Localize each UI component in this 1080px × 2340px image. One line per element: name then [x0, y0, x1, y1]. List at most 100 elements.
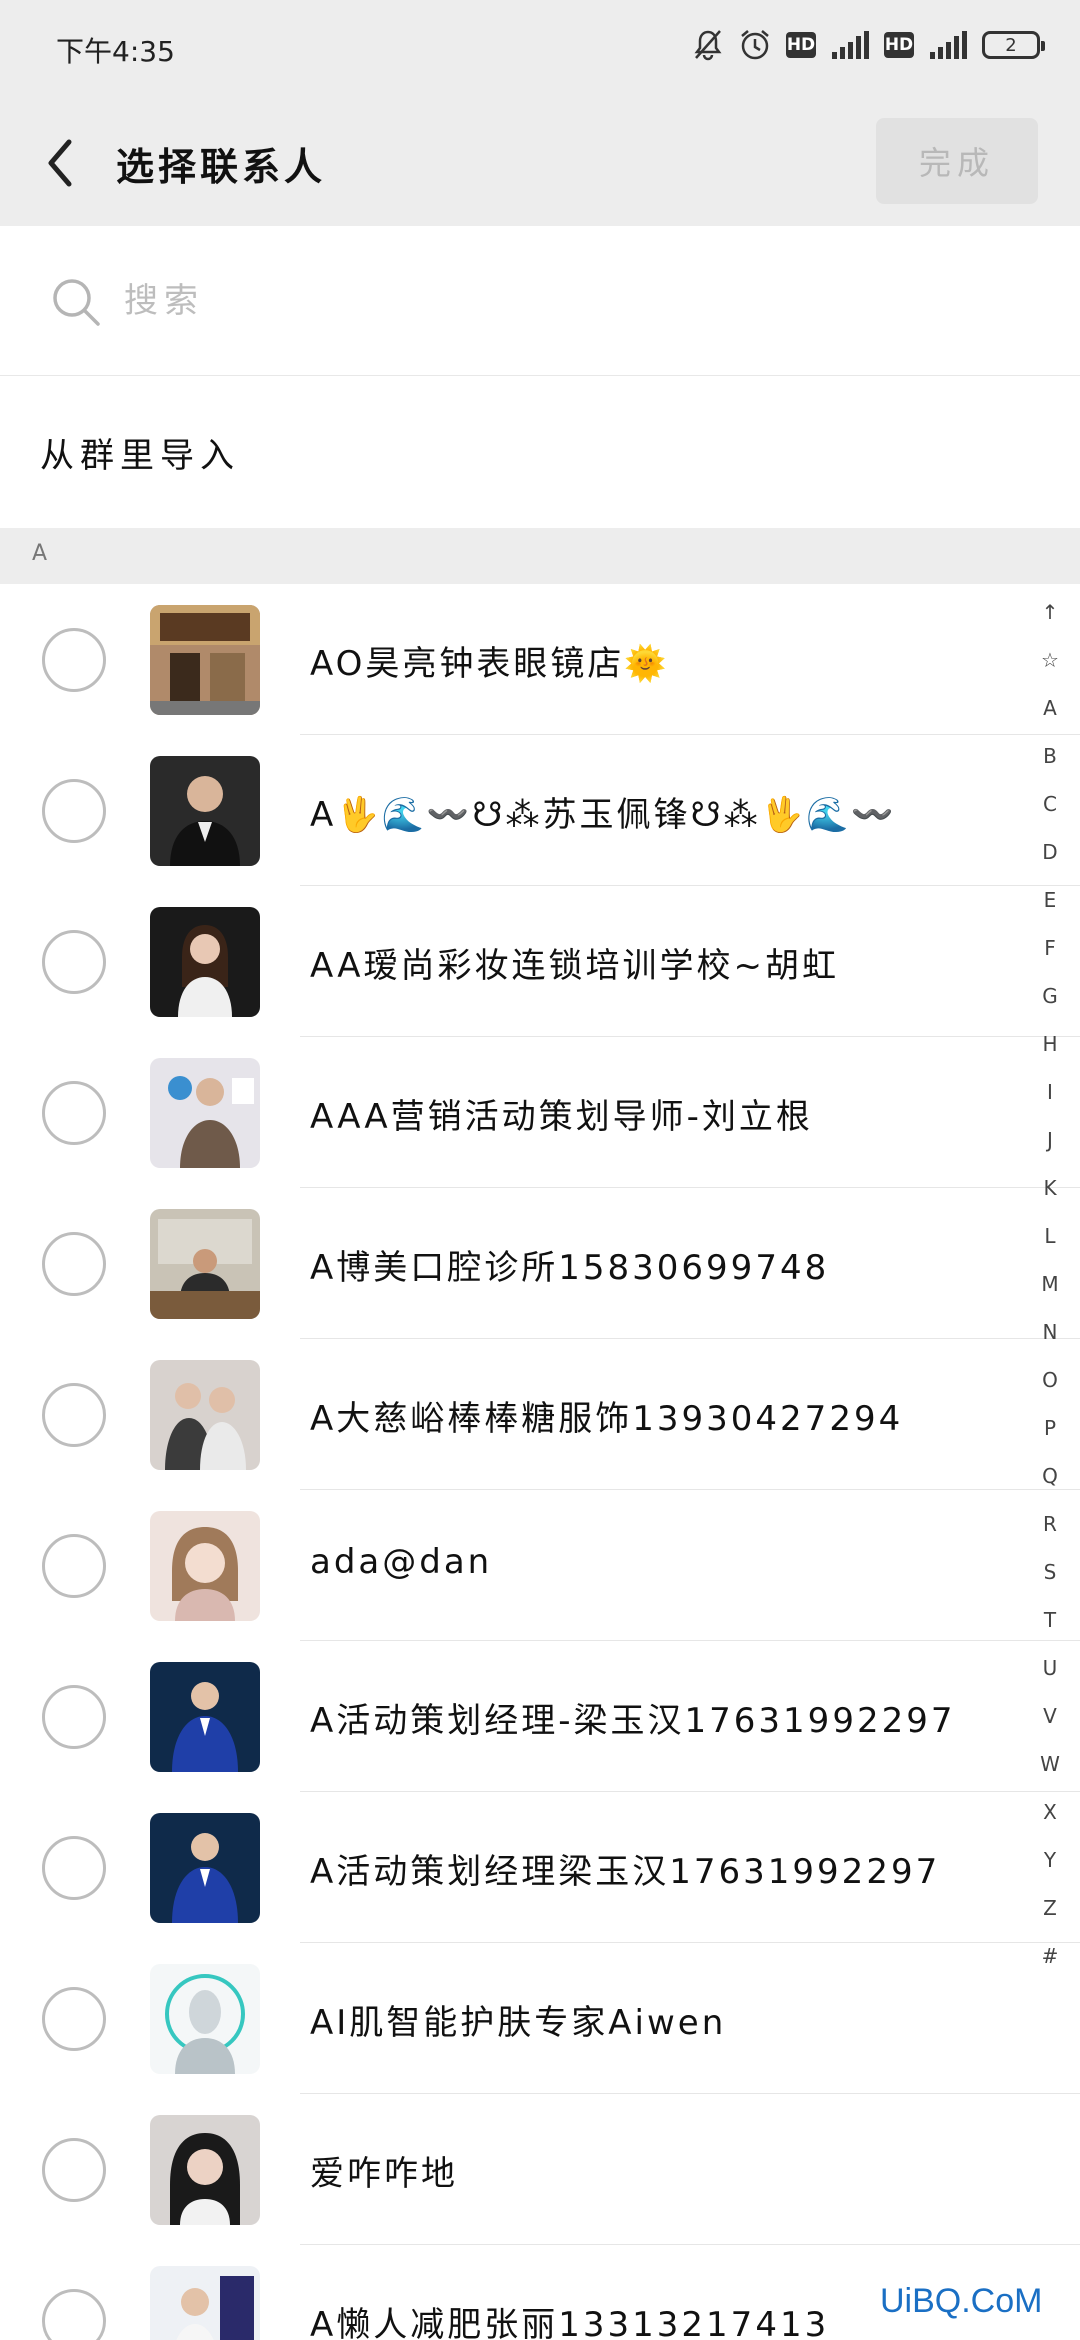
avatar — [150, 1209, 260, 1319]
select-radio[interactable] — [42, 1685, 106, 1749]
contact-row[interactable]: ada@dan — [0, 1490, 1080, 1641]
index-letter-a[interactable]: A — [1030, 684, 1070, 732]
status-icons: HD HD 2 — [692, 28, 1045, 62]
signal-strength-icon — [830, 30, 870, 60]
page-title: 选择联系人 — [116, 145, 327, 189]
import-from-group-label: 从群里导入 — [40, 436, 240, 476]
search-bar — [0, 226, 1080, 376]
section-header: A — [0, 528, 1080, 584]
import-from-group-row[interactable]: 从群里导入 — [0, 376, 1080, 528]
contact-name: AA瑷尚彩妆连锁培训学校~胡虹 — [310, 946, 839, 986]
done-button[interactable]: 完成 — [876, 118, 1038, 204]
select-radio[interactable] — [42, 2289, 106, 2340]
contact-row[interactable]: AAA营销活动策划导师-刘立根 — [0, 1037, 1080, 1188]
section-letter: A — [32, 541, 48, 566]
contact-name: AAA营销活动策划导师-刘立根 — [310, 1097, 813, 1137]
index-letter-m[interactable]: M — [1030, 1260, 1070, 1308]
contact-name: A活动策划经理-梁玉汉17631992297 — [310, 1701, 956, 1741]
select-radio[interactable] — [42, 1383, 106, 1447]
index-letter-i[interactable]: I — [1030, 1068, 1070, 1116]
alarm-clock-icon — [738, 28, 772, 62]
contact-row[interactable]: A活动策划经理-梁玉汉17631992297 — [0, 1641, 1080, 1792]
select-radio[interactable] — [42, 1987, 106, 2051]
avatar — [150, 2266, 260, 2340]
search-icon — [53, 279, 100, 326]
contact-row[interactable]: AA瑷尚彩妆连锁培训学校~胡虹 — [0, 886, 1080, 1037]
mute-bell-icon — [692, 28, 724, 62]
back-arrow-icon — [48, 139, 72, 187]
avatar — [150, 1964, 260, 2074]
index-top-arrow[interactable]: ↑ — [1030, 588, 1070, 636]
select-radio[interactable] — [42, 779, 106, 843]
contact-row[interactable]: A博美口腔诊所15830699748 — [0, 1188, 1080, 1339]
index-letter-e[interactable]: E — [1030, 876, 1070, 924]
contact-row[interactable]: AI肌智能护肤专家Aiwen — [0, 1943, 1080, 2094]
index-letter-c[interactable]: C — [1030, 780, 1070, 828]
select-radio[interactable] — [42, 2138, 106, 2202]
index-hash[interactable]: # — [1030, 1932, 1070, 1980]
contact-name: A懒人减肥张丽13313217413 — [310, 2305, 830, 2340]
index-letter-g[interactable]: G — [1030, 972, 1070, 1020]
alphabet-index-bar[interactable]: ↑ ☆ A B C D E F G H I J K L M N O P Q R … — [1030, 588, 1070, 1968]
select-radio[interactable] — [42, 930, 106, 994]
search-input[interactable] — [124, 270, 1004, 332]
select-radio[interactable] — [42, 1534, 106, 1598]
index-letter-t[interactable]: T — [1030, 1596, 1070, 1644]
contact-name: 爱咋咋地 — [310, 2154, 458, 2194]
contact-name: AO昊亮钟表眼镜店🌞 — [310, 644, 670, 684]
index-letter-p[interactable]: P — [1030, 1404, 1070, 1452]
index-letter-b[interactable]: B — [1030, 732, 1070, 780]
index-letter-s[interactable]: S — [1030, 1548, 1070, 1596]
index-letter-h[interactable]: H — [1030, 1020, 1070, 1068]
select-radio[interactable] — [42, 1232, 106, 1296]
contact-name: ada@dan — [310, 1542, 493, 1582]
contact-name: A大慈峪棒棒糖服饰13930427294 — [310, 1399, 904, 1439]
avatar — [150, 1360, 260, 1470]
index-letter-v[interactable]: V — [1030, 1692, 1070, 1740]
avatar — [150, 1511, 260, 1621]
contact-row[interactable]: A🖖🌊〰️☋⁂苏玉佩锋☋⁂🖖🌊〰️ — [0, 735, 1080, 886]
index-letter-d[interactable]: D — [1030, 828, 1070, 876]
hd-volte-badge: HD — [786, 32, 816, 58]
hd-volte-badge-2: HD — [884, 32, 914, 58]
index-letter-r[interactable]: R — [1030, 1500, 1070, 1548]
index-letter-z[interactable]: Z — [1030, 1884, 1070, 1932]
contact-name: AI肌智能护肤专家Aiwen — [310, 2003, 727, 2043]
index-letter-j[interactable]: J — [1030, 1116, 1070, 1164]
index-letter-x[interactable]: X — [1030, 1788, 1070, 1836]
avatar — [150, 605, 260, 715]
index-letter-y[interactable]: Y — [1030, 1836, 1070, 1884]
index-star[interactable]: ☆ — [1030, 636, 1070, 684]
contact-list: AO昊亮钟表眼镜店🌞 A🖖🌊〰️☋⁂苏玉佩锋☋⁂🖖🌊〰️ AA瑷尚彩妆连锁培训学… — [0, 584, 1080, 2340]
contact-name: A🖖🌊〰️☋⁂苏玉佩锋☋⁂🖖🌊〰️ — [310, 795, 897, 835]
avatar — [150, 907, 260, 1017]
index-letter-f[interactable]: F — [1030, 924, 1070, 972]
select-radio[interactable] — [42, 1081, 106, 1145]
back-button[interactable] — [30, 130, 90, 196]
avatar — [150, 1813, 260, 1923]
battery-icon: 2 — [982, 31, 1045, 59]
index-letter-k[interactable]: K — [1030, 1164, 1070, 1212]
index-letter-w[interactable]: W — [1030, 1740, 1070, 1788]
contact-row[interactable]: 爱咋咋地 — [0, 2094, 1080, 2245]
index-letter-o[interactable]: O — [1030, 1356, 1070, 1404]
avatar — [150, 2115, 260, 2225]
index-letter-u[interactable]: U — [1030, 1644, 1070, 1692]
select-radio[interactable] — [42, 1836, 106, 1900]
index-letter-l[interactable]: L — [1030, 1212, 1070, 1260]
index-letter-q[interactable]: Q — [1030, 1452, 1070, 1500]
status-time: 下午4:35 — [56, 35, 175, 68]
contact-row[interactable]: AO昊亮钟表眼镜店🌞 — [0, 584, 1080, 735]
watermark: UiBQ.CoM — [880, 2282, 1043, 2320]
select-radio[interactable] — [42, 628, 106, 692]
contact-row[interactable]: A大慈峪棒棒糖服饰13930427294 — [0, 1339, 1080, 1490]
contact-name: A活动策划经理梁玉汉17631992297 — [310, 1852, 941, 1892]
avatar — [150, 756, 260, 866]
contact-row[interactable]: A活动策划经理梁玉汉17631992297 — [0, 1792, 1080, 1943]
contact-name: A博美口腔诊所15830699748 — [310, 1248, 830, 1288]
index-letter-n[interactable]: N — [1030, 1308, 1070, 1356]
signal-strength-icon-2 — [928, 30, 968, 60]
title-bar: 选择联系人 完成 — [0, 100, 1080, 226]
avatar — [150, 1662, 260, 1772]
status-bar: 下午4:35 HD HD 2 — [0, 0, 1080, 100]
